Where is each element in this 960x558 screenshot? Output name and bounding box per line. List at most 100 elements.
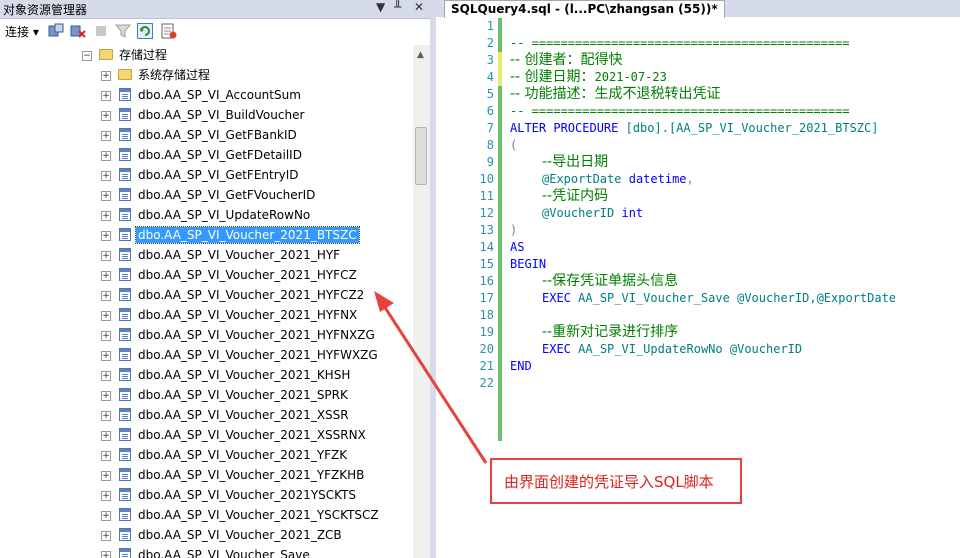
connect-button[interactable]: 连接 ▾ [5, 23, 39, 40]
expand-icon[interactable]: + [101, 391, 111, 401]
tree-node-procedure[interactable]: + dbo.AA_SP_VI_Voucher_2021_HYFNXZG [0, 326, 400, 346]
editor-tabbar: SQLQuery4.sql - (l...PC\zhangsan (55))* [436, 0, 960, 18]
expand-icon[interactable]: + [101, 451, 111, 461]
expand-icon[interactable]: + [101, 111, 111, 121]
stop-icon[interactable] [93, 23, 109, 39]
tab-sqlquery4[interactable]: SQLQuery4.sql - (l...PC\zhangsan (55))* [444, 0, 725, 18]
expand-icon[interactable]: + [101, 331, 111, 341]
tree-node-procedure[interactable]: + dbo.AA_SP_VI_Voucher_2021YSCKTS [0, 486, 400, 506]
tree-node-procedure[interactable]: + dbo.AA_SP_VI_Voucher_2021_ZCB [0, 526, 400, 546]
tree-node-procedure[interactable]: + dbo.AA_SP_VI_BuildVoucher [0, 106, 400, 126]
tree-node-procedure[interactable]: + dbo.AA_SP_VI_Voucher_2021_HYFWXZG [0, 346, 400, 366]
expand-icon[interactable]: + [101, 531, 111, 541]
stored-procedure-icon [119, 268, 131, 281]
stored-procedure-icon [119, 188, 131, 201]
filter-icon[interactable] [115, 23, 131, 39]
expand-icon[interactable]: + [101, 71, 111, 81]
tree-node-label: dbo.AA_SP_VI_AccountSum [138, 88, 301, 102]
expand-icon[interactable]: + [101, 271, 111, 281]
stored-procedure-icon [119, 468, 131, 481]
expand-icon[interactable]: + [101, 511, 111, 521]
expand-icon[interactable]: + [101, 211, 111, 221]
tree-node-procedure[interactable]: + dbo.AA_SP_VI_Voucher_2021_HYFNX [0, 306, 400, 326]
code-line-21: END [510, 359, 532, 373]
disconnect-icon[interactable] [70, 23, 86, 39]
line-number: 11 [479, 189, 494, 203]
expand-icon[interactable]: + [101, 371, 111, 381]
annotation-text: 由界面创建的凭证导入SQL脚本 [504, 473, 714, 491]
expand-icon[interactable]: + [101, 251, 111, 261]
line-number: 14 [479, 240, 494, 254]
tree-node-procedure[interactable]: + dbo.AA_SP_VI_Voucher_2021_SPRK [0, 386, 400, 406]
tree-node-procedure[interactable]: + dbo.AA_SP_VI_Voucher_2021_XSSR [0, 406, 400, 426]
folder-icon [118, 69, 132, 80]
tree-node-procedure[interactable]: + dbo.AA_SP_VI_Voucher_2021_KHSH [0, 366, 400, 386]
tree-node-procedure[interactable]: + dbo.AA_SP_VI_Voucher_2021_YFZK [0, 446, 400, 466]
tree-node-procedure[interactable]: + dbo.AA_SP_VI_GetFBankID [0, 126, 400, 146]
tree-node-procedure[interactable]: + dbo.AA_SP_VI_Voucher_Save [0, 546, 400, 558]
collapse-icon[interactable]: − [82, 51, 92, 61]
connect-object-explorer-icon[interactable] [48, 23, 64, 39]
tree-node-procedure[interactable]: + dbo.AA_SP_VI_GetFEntryID [0, 166, 400, 186]
tree-node-label: 存储过程 [119, 48, 168, 62]
activity-monitor-icon[interactable] [161, 23, 177, 39]
tree-node-procedure[interactable]: + dbo.AA_SP_VI_GetFDetailID [0, 146, 400, 166]
expand-icon[interactable]: + [101, 471, 111, 481]
dropdown-icon[interactable]: ▼ [376, 0, 385, 14]
tree-node-procedure[interactable]: + dbo.AA_SP_VI_Voucher_2021_HYFCZ [0, 266, 400, 286]
line-number: 13 [479, 223, 494, 237]
stored-procedure-icon [119, 428, 131, 441]
code-line-13: ) [510, 223, 518, 237]
object-explorer-tree: − 存储过程 + 系统存储过程 + dbo.AA_SP_VI_AccountSum… [0, 45, 412, 558]
tree-node-label: dbo.AA_SP_VI_Voucher_2021_HYFCZ [138, 268, 357, 282]
scrollbar-thumb[interactable] [415, 127, 427, 185]
expand-icon[interactable]: + [101, 171, 111, 181]
tree-node-procedure[interactable]: + dbo.AA_SP_VI_AccountSum [0, 86, 400, 106]
tree-node-label: dbo.AA_SP_VI_Voucher_2021_YFZK [138, 448, 348, 462]
stored-procedure-icon [119, 128, 131, 141]
line-number: 17 [479, 291, 494, 305]
stored-procedure-icon [119, 408, 131, 421]
expand-icon[interactable]: + [101, 151, 111, 161]
tree-node-procedure[interactable]: + dbo.AA_SP_VI_GetFVoucherID [0, 186, 400, 206]
expand-icon[interactable]: + [101, 411, 111, 421]
tree-node-procedure[interactable]: + dbo.AA_SP_VI_Voucher_2021_HYF [0, 246, 400, 266]
code-line-7: ALTER PROCEDURE [dbo].[AA_SP_VI_Voucher_… [510, 120, 878, 137]
tree-node-label: dbo.AA_SP_VI_Voucher_2021_HYF [138, 248, 341, 262]
expand-icon[interactable]: + [101, 551, 111, 558]
expand-icon[interactable]: + [101, 231, 111, 241]
tree-node-procedure[interactable]: + dbo.AA_SP_VI_Voucher_2021_HYFCZ2 [0, 286, 400, 306]
code-line-19: --重新对记录进行排序 [542, 324, 679, 340]
code-type: int [621, 206, 644, 220]
close-icon[interactable]: ✕ [414, 0, 424, 14]
stored-procedure-icon [119, 528, 131, 541]
line-number: 8 [486, 138, 494, 152]
refresh-icon[interactable] [137, 23, 153, 39]
tree-node-system-stored-procedures[interactable]: + 系统存储过程 [0, 66, 400, 86]
tree-node-label: dbo.AA_SP_VI_GetFDetailID [138, 148, 302, 162]
expand-icon[interactable]: + [101, 431, 111, 441]
line-number: 20 [479, 342, 494, 356]
tree-node-procedure[interactable]: + dbo.AA_SP_VI_UpdateRowNo [0, 206, 400, 226]
expand-icon[interactable]: + [101, 291, 111, 301]
scroll-up-arrow-icon[interactable]: ▲ [417, 50, 424, 60]
expand-icon[interactable]: + [101, 351, 111, 361]
pin-icon[interactable]: ╨ [394, 0, 401, 14]
expand-icon[interactable]: + [101, 191, 111, 201]
tree-node-stored-procedures[interactable]: − 存储过程 [0, 46, 400, 66]
expand-icon[interactable]: + [101, 131, 111, 141]
line-number: 1 [486, 19, 494, 33]
expand-icon[interactable]: + [101, 491, 111, 501]
tree-node-procedure[interactable]: + dbo.AA_SP_VI_Voucher_2021_BTSZC [0, 226, 400, 246]
tree-node-label: dbo.AA_SP_VI_Voucher_2021_YFZKHB [138, 468, 365, 482]
tree-node-procedure[interactable]: + dbo.AA_SP_VI_Voucher_2021_XSSRNX [0, 426, 400, 446]
expand-icon[interactable]: + [101, 311, 111, 321]
tree-node-label: dbo.AA_SP_VI_Voucher_2021_HYFCZ2 [138, 288, 365, 302]
code-line-6: -- =====================================… [510, 104, 850, 118]
line-number: 6 [486, 104, 494, 118]
tree-node-procedure[interactable]: + dbo.AA_SP_VI_Voucher_2021_YSCKTSCZ [0, 506, 400, 526]
tree-scrollbar[interactable]: ▲ [413, 45, 430, 558]
expand-icon[interactable]: + [101, 91, 111, 101]
tree-node-procedure[interactable]: + dbo.AA_SP_VI_Voucher_2021_YFZKHB [0, 466, 400, 486]
folder-icon [99, 49, 113, 60]
